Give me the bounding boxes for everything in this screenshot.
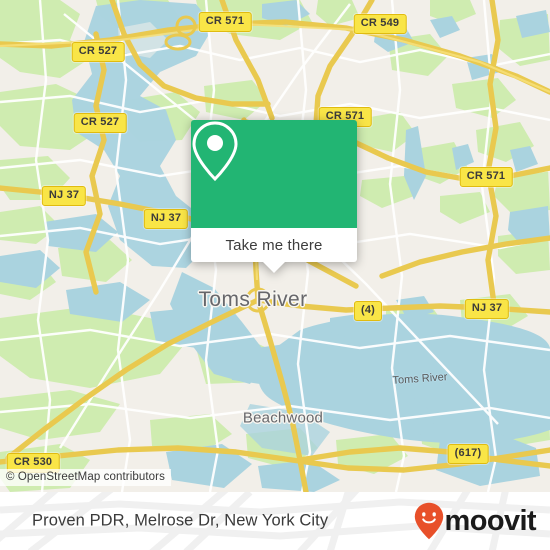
map-canvas[interactable]: CR 571 CR 549 CR 527 CR 571 CR 527 CR 57… xyxy=(0,0,550,492)
road-shield: CR 571 xyxy=(198,12,252,32)
road-shield: (617) xyxy=(447,444,489,464)
road-shield: CR 549 xyxy=(353,14,407,34)
road-shield: CR 571 xyxy=(459,167,513,187)
location-callout-card[interactable]: Take me there xyxy=(191,120,357,273)
moovit-wordmark: moovit xyxy=(444,504,537,537)
footer-bar: Proven PDR, Melrose Dr, New York City mo… xyxy=(0,492,550,550)
callout-pointer xyxy=(263,262,285,273)
osm-attribution[interactable]: © OpenStreetMap contributors xyxy=(0,469,171,486)
location-title: Proven PDR, Melrose Dr, New York City xyxy=(32,511,329,530)
moovit-pin-smiley-icon xyxy=(414,502,443,540)
road-shield: CR 527 xyxy=(73,113,127,133)
place-label-toms-river: Toms River xyxy=(198,288,308,311)
road-shield: NJ 37 xyxy=(41,186,87,206)
moovit-brand-logo[interactable]: moovit xyxy=(414,502,537,540)
take-me-there-label: Take me there xyxy=(225,236,323,254)
moovit-location-card-screen: CR 571 CR 549 CR 527 CR 571 CR 527 CR 57… xyxy=(0,0,550,550)
road-shield: NJ 37 xyxy=(464,299,510,319)
road-shield: NJ 37 xyxy=(143,209,189,229)
road-shield: CR 527 xyxy=(71,42,125,62)
road-shield: (4) xyxy=(353,301,383,321)
place-label-beachwood: Beachwood xyxy=(242,409,324,427)
callout-image-area xyxy=(191,120,357,228)
take-me-there-button[interactable]: Take me there xyxy=(191,228,357,262)
map-pin-icon xyxy=(192,121,238,182)
